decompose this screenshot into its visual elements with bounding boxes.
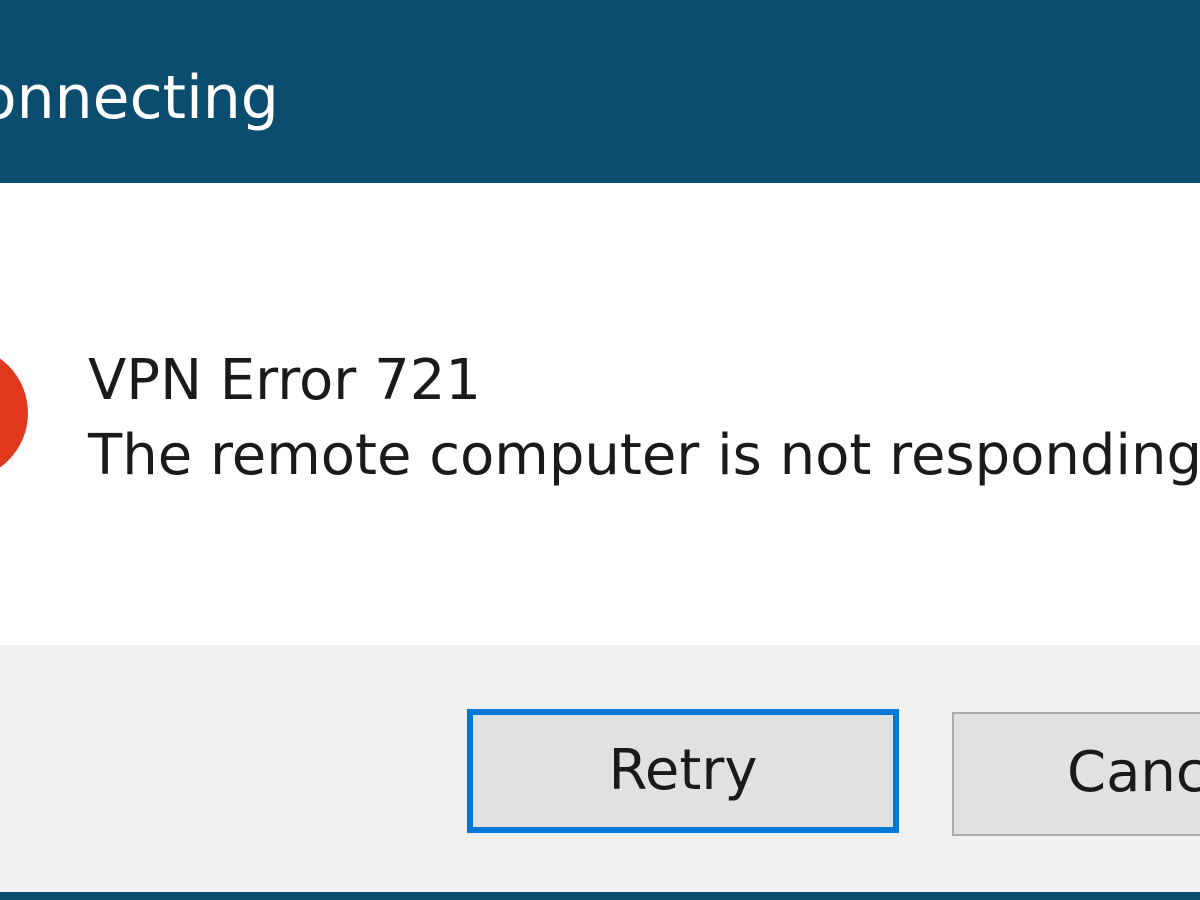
vpn-connecting-dialog: Connecting VPN Error 721 The remote comp… [0,0,1200,900]
dialog-content: VPN Error 721 The remote computer is not… [0,183,1200,645]
error-message: The remote computer is not responding [88,423,1200,488]
error-heading: VPN Error 721 [88,348,481,413]
window-title: Connecting [0,63,279,133]
window-bottom-border [0,892,1200,900]
error-icon [0,346,28,480]
title-bar[interactable]: Connecting [0,0,1200,183]
retry-button[interactable]: Retry [467,709,899,833]
cancel-button[interactable]: Cancel [952,712,1200,836]
